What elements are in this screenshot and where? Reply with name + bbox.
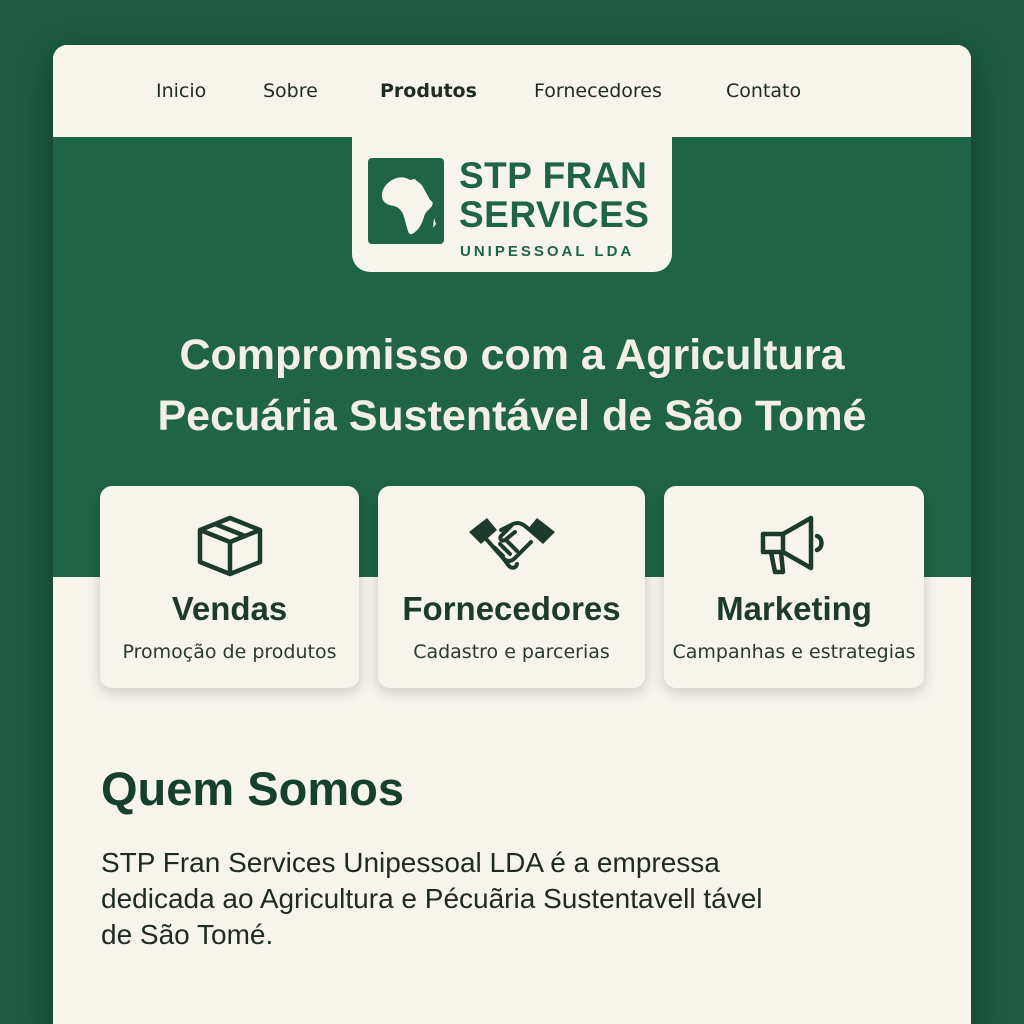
card-fornecedores[interactable]: Fornecedores Cadastro e parcerias	[378, 486, 645, 688]
card-subtitle: Promoção de produtos	[122, 641, 337, 663]
page: Inicio Sobre Produtos Fornecedores Conta…	[53, 45, 971, 1024]
card-vendas[interactable]: Vendas Promoção de produtos	[100, 486, 359, 688]
card-title: Marketing	[716, 590, 872, 627]
nav-produtos[interactable]: Produtos	[380, 80, 477, 102]
handshake-icon	[467, 510, 557, 580]
africa-map-icon	[368, 158, 444, 244]
nav-sobre[interactable]: Sobre	[263, 80, 318, 102]
card-title: Vendas	[171, 590, 288, 627]
logo-text-line1: STP FRAN	[459, 155, 648, 196]
logo-text-line2: SERVICES	[459, 194, 650, 235]
hero-title: Compromisso com a Agricultura Pecuária S…	[157, 331, 867, 440]
card-marketing[interactable]: Marketing Campanhas e estrategias	[664, 486, 924, 688]
about-text: STP Fran Services Unipessoal LDA é a emp…	[101, 847, 763, 950]
top-navigation: Inicio Sobre Produtos Fornecedores Conta…	[53, 45, 971, 137]
megaphone-icon	[749, 510, 839, 580]
card-title: Fornecedores	[402, 590, 621, 627]
box-icon	[185, 510, 275, 580]
nav-fornecedores[interactable]: Fornecedores	[534, 80, 662, 102]
about-title: Quem Somos	[101, 762, 404, 815]
logo-text-line3: UNIPESSOAL LDA	[460, 243, 635, 260]
card-subtitle: Campanhas e estrategias	[672, 641, 916, 663]
nav-contato[interactable]: Contato	[726, 80, 801, 102]
card-subtitle: Cadastro e parcerias	[413, 641, 610, 663]
nav-inicio[interactable]: Inicio	[156, 80, 206, 102]
company-logo[interactable]: STP FRAN SERVICES UNIPESSOAL LDA	[352, 137, 672, 272]
